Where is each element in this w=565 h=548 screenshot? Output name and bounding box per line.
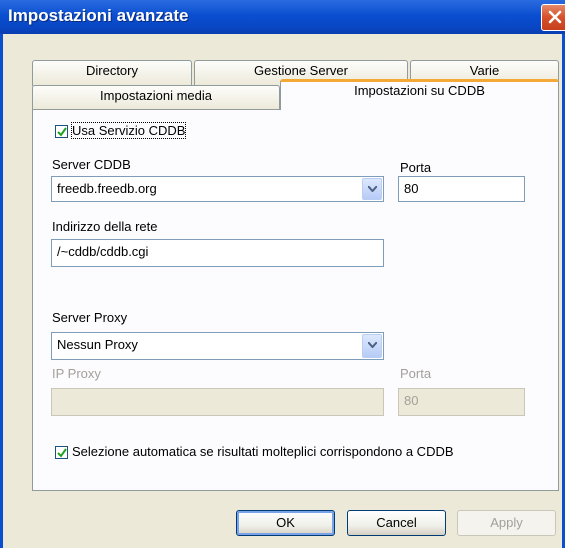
window-title: Impostazioni avanzate: [8, 6, 189, 25]
proxy-server-combo[interactable]: Nessun Proxy: [51, 332, 384, 360]
chevron-down-icon: [368, 186, 377, 192]
ip-proxy-input[interactable]: [51, 388, 384, 416]
auto-select-label: Selezione automatica se risultati moltep…: [72, 444, 454, 459]
checkmark-icon: [57, 448, 67, 458]
close-button[interactable]: [541, 4, 565, 31]
server-cddb-combo[interactable]: freedb.freedb.org: [51, 176, 384, 202]
server-cddb-label: Server CDDB: [52, 157, 131, 172]
tab-impostazioni-media[interactable]: Impostazioni media: [32, 85, 280, 110]
address-label: Indirizzo della rete: [52, 219, 158, 234]
close-icon: [548, 10, 562, 24]
cancel-button[interactable]: Cancel: [347, 510, 446, 536]
tab-impostazioni-cddb[interactable]: Impostazioni su CDDB: [280, 79, 559, 110]
proxy-port-input[interactable]: 80: [398, 388, 525, 416]
tab-directory[interactable]: Directory: [32, 60, 192, 86]
use-cddb-checkbox[interactable]: [55, 125, 68, 138]
cddb-port-input[interactable]: 80: [398, 176, 525, 202]
server-cddb-value: freedb.freedb.org: [57, 181, 157, 196]
proxy-dropdown-button[interactable]: [362, 334, 382, 358]
apply-button[interactable]: Apply: [457, 510, 556, 536]
use-cddb-label[interactable]: Usa Servizio CDDB: [70, 122, 187, 139]
proxy-server-label: Server Proxy: [52, 310, 128, 325]
title-bar: Impostazioni avanzate: [0, 0, 565, 34]
ok-button[interactable]: OK: [236, 510, 335, 536]
auto-select-checkbox[interactable]: [55, 446, 68, 459]
proxy-port-label: Porta: [400, 366, 432, 381]
checkmark-icon: [57, 127, 67, 137]
address-input[interactable]: /~cddb/cddb.cgi: [51, 239, 384, 267]
server-cddb-dropdown-button[interactable]: [362, 178, 382, 200]
proxy-server-value: Nessun Proxy: [57, 337, 138, 352]
ip-proxy-label: IP Proxy: [52, 366, 101, 381]
chevron-down-icon: [368, 342, 377, 348]
porta-label: Porta: [400, 160, 432, 175]
